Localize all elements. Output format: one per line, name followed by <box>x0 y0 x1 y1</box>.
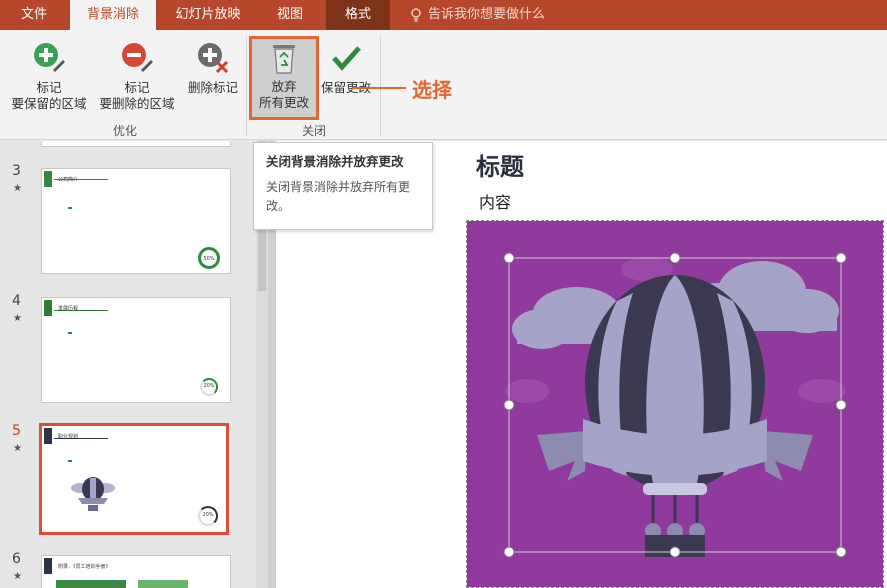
thumb-bullet <box>68 332 72 334</box>
thumb-title: 发展历程 <box>58 306 79 312</box>
discard-label2: 所有更改 <box>258 95 309 110</box>
thumb-title: 职业规划 <box>58 434 79 440</box>
slide-thumbnail-pane[interactable]: 3 ★ 公司简介 50% 4 ★ 发展历程 20% 5 ★ 职业规划 20% 6… <box>0 141 256 588</box>
mark-remove-button[interactable]: 标记 要删除的区域 <box>94 40 180 112</box>
annotation-line <box>352 87 406 89</box>
slide-thumbnail-partial[interactable] <box>41 141 231 147</box>
thumb-bullet <box>68 460 72 462</box>
thumb-image-strip <box>56 580 126 588</box>
tooltip: 关闭背景消除并放弃更改 关闭背景消除并放弃所有更改。 <box>253 142 433 230</box>
delete-mark-icon <box>198 43 229 74</box>
delete-mark-label: 删除标记 <box>187 80 238 95</box>
slide-thumbnail-selected[interactable]: 职业规划 20% <box>39 423 229 535</box>
balloon-thumbnail-image <box>71 477 115 511</box>
tab-format[interactable]: 格式 <box>326 0 390 30</box>
slide-number: 5 <box>12 423 21 439</box>
group-separator <box>246 36 247 136</box>
thumb-image-strip <box>138 580 188 588</box>
minus-pencil-icon <box>122 43 153 72</box>
thumb-accent-bar <box>44 300 52 316</box>
progress-ring: 50% <box>198 247 220 269</box>
slide-number: 4 <box>12 293 21 309</box>
animation-star-icon: ★ <box>13 313 22 324</box>
tell-me-text: 告诉我你想要做什么 <box>428 7 546 22</box>
slide-content[interactable]: 内容 <box>479 189 511 213</box>
lightbulb-icon <box>411 7 421 22</box>
tooltip-title: 关闭背景消除并放弃更改 <box>266 154 404 169</box>
thumb-bullet <box>68 207 72 209</box>
recycle-bin-icon <box>273 45 295 74</box>
tab-view[interactable]: 视图 <box>262 0 318 30</box>
checkmark-icon <box>332 46 361 71</box>
slide-title[interactable]: 标题 <box>476 147 524 182</box>
discard-label1: 放弃 <box>271 79 297 94</box>
progress-ring: 20% <box>200 378 218 396</box>
slide-thumbnail[interactable]: 公司简介 50% <box>41 168 231 274</box>
hot-air-balloon-image <box>467 221 883 587</box>
mark-remove-label1: 标记 <box>124 80 150 95</box>
mark-keep-button[interactable]: 标记 要保留的区域 <box>6 40 92 112</box>
tell-me-box[interactable]: 告诉我你想要做什么 <box>410 0 545 30</box>
thumb-title: 公司简介 <box>58 177 79 183</box>
thumb-accent-bar <box>44 428 52 444</box>
animation-star-icon: ★ <box>13 183 22 194</box>
slide-thumbnail[interactable]: 发展历程 20% <box>41 297 231 403</box>
delete-mark-button[interactable]: 删除标记 <box>182 40 244 96</box>
progress-ring: 20% <box>198 506 218 526</box>
slide-number: 3 <box>12 163 21 179</box>
thumb-accent-bar <box>44 558 52 574</box>
animation-star-icon: ★ <box>13 443 22 454</box>
slide-thumbnail[interactable]: 附录：《员工培训手册》 <box>41 555 231 588</box>
discard-all-changes-button[interactable]: 放弃 所有更改 <box>249 36 319 120</box>
group-separator-2 <box>380 36 381 136</box>
thumb-accent-bar <box>44 171 52 187</box>
tab-slideshow[interactable]: 幻灯片放映 <box>160 0 256 30</box>
annotation-label: 选择 <box>412 78 452 102</box>
group-label-refine: 优化 <box>112 124 137 138</box>
group-label-close: 关闭 <box>301 124 326 138</box>
mark-remove-label2: 要删除的区域 <box>99 96 175 111</box>
balloon-picture[interactable] <box>466 220 884 588</box>
mark-keep-label2: 要保留的区域 <box>11 96 87 111</box>
mark-keep-label1: 标记 <box>36 80 62 95</box>
thumb-title: 附录：《员工培训手册》 <box>58 564 111 570</box>
animation-star-icon: ★ <box>13 571 22 582</box>
tooltip-body: 关闭背景消除并放弃所有更改。 <box>266 180 411 213</box>
tab-background-removal[interactable]: 背景消除 <box>70 0 156 30</box>
ribbon-tab-bar: 文件 背景消除 幻灯片放映 视图 格式 告诉我你想要做什么 <box>0 0 887 30</box>
plus-pencil-icon <box>34 43 65 72</box>
slide-number: 6 <box>12 551 21 567</box>
tab-file[interactable]: 文件 <box>8 0 60 30</box>
